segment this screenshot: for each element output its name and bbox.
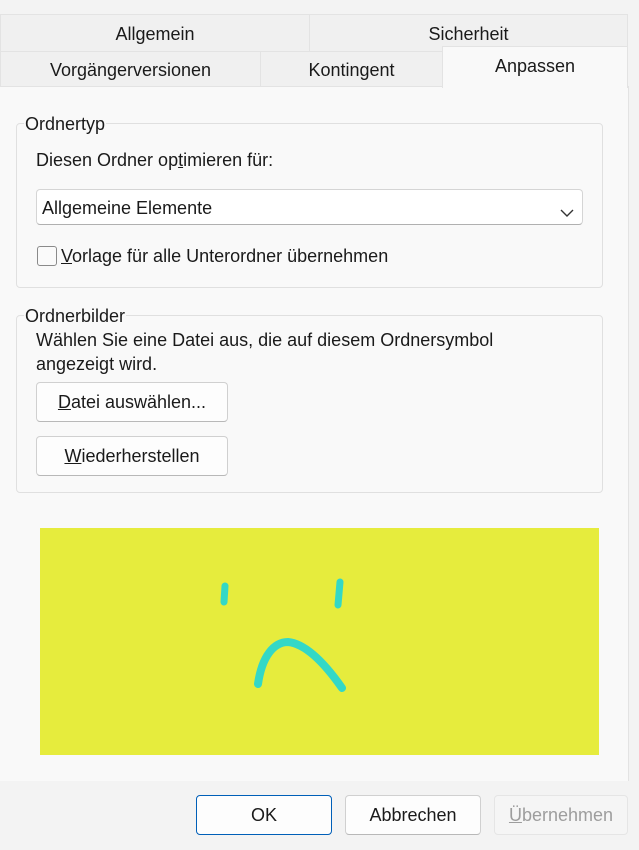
apply-template-subfolders-label[interactable]: Vorlage für alle Unterordner übernehmen [61,246,388,267]
optimize-for-dropdown[interactable]: Allgemeine Elemente [36,189,583,225]
cancel-button[interactable]: Abbrechen [345,795,481,835]
apply-button[interactable]: Übernehmen [494,795,628,835]
apply-template-subfolders-mnemonic: V [61,246,73,266]
optimize-for-label-pre: Diesen Ordner op [36,150,179,170]
ok-button[interactable]: OK [196,795,332,835]
right-eye-stroke [334,578,344,609]
folder-type-group-title: Ordnertyp [24,114,107,135]
choose-file-text: atei auswählen... [70,392,207,412]
folder-pictures-description-line1: Wählen Sie eine Datei aus, die auf diese… [36,330,494,350]
tab-allgemein[interactable]: Allgemein [0,14,310,52]
sad-face-image [40,528,599,755]
optimize-for-dropdown-value: Allgemeine Elemente [42,198,213,218]
chevron-down-icon [560,202,574,223]
tab-vorgaengerversionen[interactable]: Vorgängerversionen [0,51,261,87]
optimize-for-label: Diesen Ordner optimieren für: [36,150,273,171]
choose-file-mnemonic: D [57,392,71,412]
folder-pictures-description-line2: angezeigt wird. [36,354,158,374]
restore-default-mnemonic: W [64,446,82,466]
folder-picture-preview [40,528,599,755]
preview-background [40,528,599,755]
apply-template-subfolders-checkbox[interactable] [37,246,57,266]
restore-default-button[interactable]: Wiederherstellen [36,436,228,476]
apply-mnemonic: Ü [508,805,522,825]
choose-file-button[interactable]: Datei auswählen... [36,382,228,422]
restore-default-text: iederherstellen [81,446,200,466]
optimize-for-label-post: imieren für: [183,150,274,170]
folder-pictures-group-title: Ordnerbilder [24,306,127,327]
apply-template-subfolders-text: orlage für alle Unterordner übernehmen [72,246,389,266]
tab-kontingent[interactable]: Kontingent [260,51,443,87]
left-eye-stroke [220,582,229,606]
tab-anpassen[interactable]: Anpassen [442,46,628,88]
apply-text: bernehmen [521,805,614,825]
